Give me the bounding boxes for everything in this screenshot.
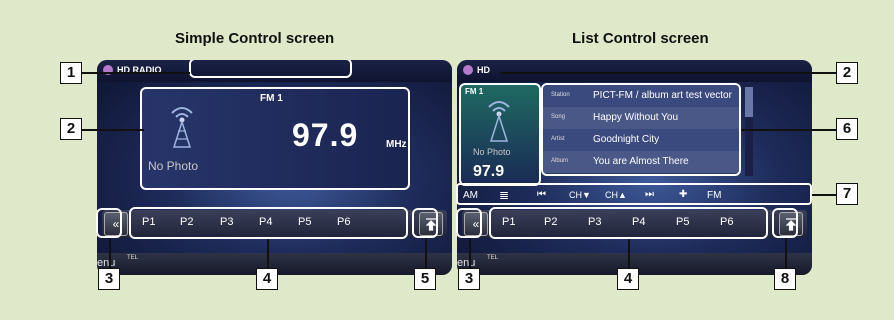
callout-leader (82, 72, 190, 74)
drawer-button-outline (96, 208, 122, 238)
callout-leader (82, 129, 144, 131)
preset-area-outline (489, 207, 768, 239)
list-control-title: List Control screen (572, 30, 709, 47)
station-info-panel: No Photo FM 1 97.9 MHz (140, 87, 410, 190)
source-label: HD (477, 65, 490, 75)
station-info-panel: FM 1 No Photo 97.9 (459, 83, 541, 186)
callout-7: 7 (836, 183, 858, 205)
callout-leader (628, 239, 630, 268)
arrow-button-outline (772, 208, 798, 238)
tel-button[interactable]: TEL (487, 255, 498, 261)
callout-8: 8 (774, 268, 796, 290)
callout-2: 2 (60, 118, 82, 140)
callout-leader (425, 238, 427, 268)
no-photo-label: No Photo (473, 147, 511, 157)
arrow-button-outline (412, 208, 438, 238)
callout-leader (785, 238, 787, 268)
callout-4b: 4 (617, 268, 639, 290)
list-item[interactable]: Artist Goodnight City (543, 129, 739, 151)
callout-1: 1 (60, 62, 82, 84)
frequency-display: 97.9 (473, 163, 505, 180)
callout-2b: 2 (836, 62, 858, 84)
source-label: HD RADIO (117, 65, 162, 75)
info-list: Station PICT-FM / album art test vector … (541, 83, 741, 176)
tel-button[interactable]: TEL (127, 255, 138, 261)
callout-leader (469, 238, 471, 268)
callout-4: 4 (256, 268, 278, 290)
callout-6: 6 (836, 118, 858, 140)
list-item[interactable]: Song Happy Without You (543, 107, 739, 129)
callout-5: 5 (414, 268, 436, 290)
callout-3b: 3 (458, 268, 480, 290)
callout-leader (109, 238, 111, 268)
callout-leader (500, 72, 836, 74)
drawer-button-outline (456, 208, 482, 238)
title-area-outline (189, 60, 352, 78)
simple-control-screen: HD RADIO No Photo FM 1 97.9 MHz « P1 P2 … (97, 60, 452, 275)
control-row-outline (456, 183, 812, 205)
no-photo-label: No Photo (148, 159, 199, 173)
callout-leader (741, 129, 836, 131)
list-control-screen: HD FM 1 No Photo 97.9 Station PICT-FM / … (457, 60, 812, 275)
callout-3: 3 (98, 268, 120, 290)
status-bar: HD (457, 60, 812, 82)
simple-control-title: Simple Control screen (175, 30, 335, 47)
callout-leader (267, 239, 269, 268)
band-label: FM 1 (260, 93, 283, 104)
list-item[interactable]: Station PICT-FM / album art test vector (543, 85, 739, 107)
album-art-placeholder: No Photo (146, 95, 216, 180)
list-item[interactable]: Album You are Almost There (543, 151, 739, 173)
frequency-unit: MHz (386, 139, 407, 150)
hd-radio-icon (461, 63, 475, 80)
frequency-display: 97.9 (292, 117, 359, 153)
antenna-icon (488, 101, 510, 142)
callout-leader (812, 194, 836, 196)
preset-area-outline (129, 207, 408, 239)
antenna-icon (171, 107, 193, 148)
band-label: FM 1 (465, 87, 484, 96)
